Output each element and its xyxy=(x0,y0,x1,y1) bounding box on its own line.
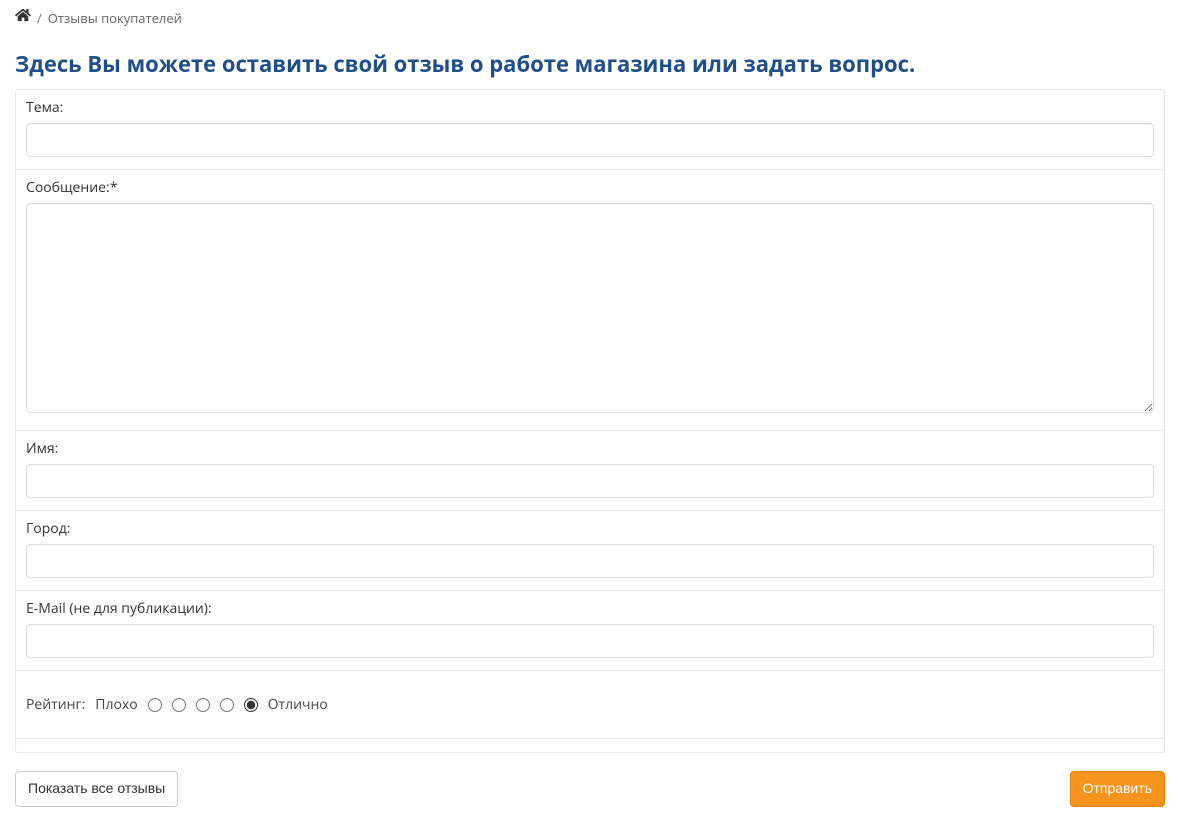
review-form: Тема: Сообщение:* Имя: Город: E-Mail (не… xyxy=(15,89,1165,753)
message-label: Сообщение:* xyxy=(26,178,1154,197)
rating-5-radio[interactable] xyxy=(244,698,258,712)
rating-radios xyxy=(148,698,258,712)
rating-label: Рейтинг: xyxy=(26,695,85,714)
email-input[interactable] xyxy=(26,624,1154,658)
email-label: E-Mail (не для публикации): xyxy=(26,599,1154,618)
field-subject: Тема: xyxy=(16,90,1164,170)
page-title: Здесь Вы можете оставить свой отзыв о ра… xyxy=(15,49,1165,79)
show-all-button[interactable]: Показать все отзывы xyxy=(15,771,178,807)
field-city: Город: xyxy=(16,511,1164,591)
subject-input[interactable] xyxy=(26,123,1154,157)
breadcrumb-current: Отзывы покупателей xyxy=(48,9,182,27)
city-label: Город: xyxy=(26,519,1154,538)
field-name: Имя: xyxy=(16,431,1164,511)
submit-button[interactable]: Отправить xyxy=(1070,771,1165,807)
rating-2-radio[interactable] xyxy=(172,698,186,712)
panel-footer-band xyxy=(16,738,1164,752)
subject-label: Тема: xyxy=(26,98,1154,117)
home-icon[interactable] xyxy=(15,8,31,27)
rating-3-radio[interactable] xyxy=(196,698,210,712)
name-input[interactable] xyxy=(26,464,1154,498)
city-input[interactable] xyxy=(26,544,1154,578)
rating-bad: Плохо xyxy=(95,695,137,714)
breadcrumb: / Отзывы покупателей xyxy=(15,0,1165,35)
rating-1-radio[interactable] xyxy=(148,698,162,712)
name-label: Имя: xyxy=(26,439,1154,458)
field-email: E-Mail (не для публикации): xyxy=(16,591,1164,671)
rating-4-radio[interactable] xyxy=(220,698,234,712)
field-message: Сообщение:* xyxy=(16,170,1164,431)
action-row: Показать все отзывы Отправить xyxy=(15,771,1165,807)
rating-row: Рейтинг: Плохо Отлично xyxy=(16,671,1164,738)
rating-good: Отлично xyxy=(268,695,328,714)
message-input[interactable] xyxy=(26,203,1154,413)
breadcrumb-sep: / xyxy=(37,9,42,27)
